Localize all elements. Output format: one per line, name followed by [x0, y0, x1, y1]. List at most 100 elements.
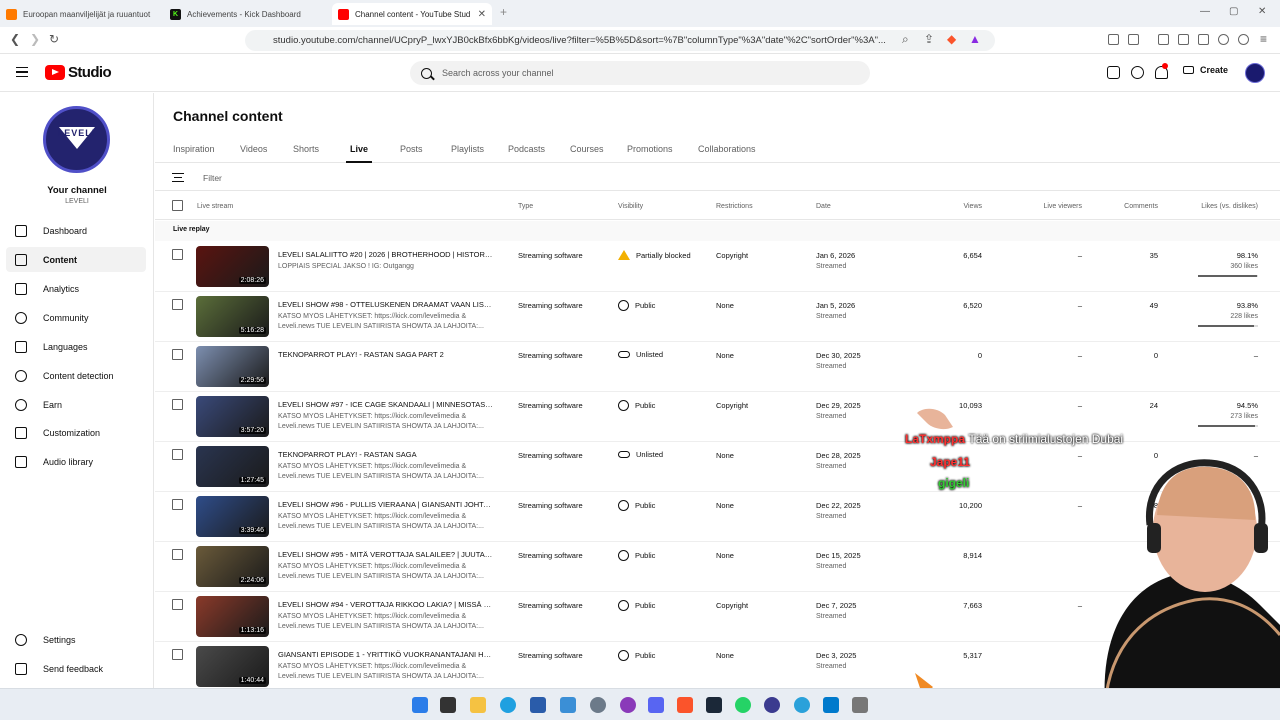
table-row[interactable]: 2:24:06 LEVELI SHOW #95 - MITÄ VEROTTAJA … — [155, 542, 1280, 592]
row-checkbox[interactable] — [172, 399, 183, 410]
video-title[interactable]: LEVELI SHOW #95 - MITÄ VEROTTAJA SALAILE… — [278, 550, 493, 559]
row-checkbox[interactable] — [172, 549, 183, 560]
vpn-icon[interactable] — [1238, 34, 1249, 45]
video-thumbnail[interactable]: 2:24:06 — [196, 546, 269, 587]
video-thumbnail[interactable]: 3:57:20 — [196, 396, 269, 437]
brave-icon[interactable] — [677, 697, 693, 713]
maximize-icon[interactable]: ▢ — [1229, 6, 1238, 17]
row-checkbox[interactable] — [172, 449, 183, 460]
discord-icon[interactable] — [648, 697, 664, 713]
video-thumbnail[interactable]: 2:08:26 — [196, 246, 269, 287]
row-checkbox[interactable] — [172, 499, 183, 510]
tab-courses[interactable]: Courses — [570, 144, 604, 154]
search-input[interactable]: Search across your channel — [410, 61, 870, 85]
tab-inspiration[interactable]: Inspiration — [173, 144, 215, 154]
table-row[interactable]: 1:27:45 TEKNOPARROT PLAY! - RASTAN SAGA KA… — [155, 442, 1280, 492]
share-icon[interactable]: ⇪ — [924, 32, 934, 46]
video-title[interactable]: LEVELI SHOW #96 - PULLIS VIERAANA | GIAN… — [278, 500, 493, 509]
browser-tab-1[interactable]: K Achievements - Kick Dashboard — [170, 3, 325, 25]
select-all-checkbox[interactable] — [172, 200, 183, 211]
browser-tab-2[interactable]: Channel content - YouTube Studio ✕ — [332, 3, 492, 25]
video-title[interactable]: GIANSANTI EPISODE 1 - YRITTIKÖ VUOKRANAN… — [278, 650, 493, 659]
visibility-dropdown[interactable]: Public — [618, 500, 655, 511]
create-button[interactable]: Create — [1183, 65, 1228, 75]
store-icon[interactable] — [530, 697, 546, 713]
channel-avatar[interactable]: LEVELI — [43, 106, 110, 173]
restrictions[interactable]: None — [716, 301, 734, 310]
file-explorer-icon[interactable] — [470, 697, 486, 713]
visibility-dropdown[interactable]: Public — [618, 300, 655, 311]
whatsapp-icon[interactable] — [735, 697, 751, 713]
close-window-icon[interactable]: ✕ — [1258, 6, 1266, 17]
table-row[interactable]: 3:39:46 LEVELI SHOW #96 - PULLIS VIERAANA… — [155, 492, 1280, 542]
leo-ai-icon[interactable] — [1218, 34, 1229, 45]
studio-logo[interactable]: Studio — [45, 64, 112, 81]
table-row[interactable]: 2:29:56 TEKNOPARROT PLAY! - RASTAN SAGA P… — [155, 342, 1280, 392]
video-thumbnail[interactable]: 5:16:28 — [196, 296, 269, 337]
tab-promotions[interactable]: Promotions — [627, 144, 673, 154]
video-title[interactable]: TEKNOPARROT PLAY! - RASTAN SAGA — [278, 450, 493, 459]
video-thumbnail[interactable]: 3:39:46 — [196, 496, 269, 537]
url-bar[interactable]: studio.youtube.com/channel/UCpryP_lwxYJB… — [245, 30, 995, 51]
tab-videos[interactable]: Videos — [240, 144, 267, 154]
col-comments[interactable]: Comments — [1124, 203, 1158, 210]
forward-icon[interactable]: ❯ — [30, 32, 40, 46]
app-icon[interactable] — [620, 697, 636, 713]
back-icon[interactable]: ❮ — [10, 32, 20, 46]
restrictions[interactable]: None — [716, 351, 734, 360]
app-icon[interactable] — [764, 697, 780, 713]
restrictions[interactable]: Copyright — [716, 601, 748, 610]
sidebar-item-settings[interactable]: Settings — [6, 627, 146, 652]
sidebar-item-content[interactable]: Content — [6, 247, 146, 272]
sidebar-item-analytics[interactable]: Analytics — [6, 276, 146, 301]
zoom-icon[interactable]: ⌕ — [902, 32, 909, 47]
row-checkbox[interactable] — [172, 299, 183, 310]
tab-collaborations[interactable]: Collaborations — [698, 144, 756, 154]
tab-shorts[interactable]: Shorts — [293, 144, 319, 154]
hamburger-menu-icon[interactable] — [16, 67, 28, 77]
reload-icon[interactable]: ↻ — [49, 32, 59, 46]
browser-tab-0[interactable]: Euroopan maanviljelijät ja ruuantuot — [6, 3, 161, 25]
sidebar-item-languages[interactable]: Languages — [6, 334, 146, 359]
col-likes[interactable]: Likes (vs. dislikes) — [1201, 203, 1258, 210]
steam-icon[interactable] — [706, 697, 722, 713]
close-tab-icon[interactable]: ✕ — [472, 9, 492, 20]
visibility-dropdown[interactable]: Unlisted — [618, 450, 663, 459]
visibility-dropdown[interactable]: Public — [618, 650, 655, 661]
screenshot-icon[interactable] — [1128, 34, 1139, 45]
col-live-viewers[interactable]: Live viewers — [1043, 203, 1082, 210]
table-row[interactable]: 3:57:20 LEVELI SHOW #97 - ICE CAGE SKANDA… — [155, 392, 1280, 442]
sidebar-toggle-icon[interactable] — [1178, 34, 1189, 45]
wallet-icon[interactable] — [1198, 34, 1209, 45]
brave-rewards-icon[interactable]: ▲ — [969, 32, 981, 46]
row-checkbox[interactable] — [172, 649, 183, 660]
telegram-icon[interactable] — [794, 697, 810, 713]
visibility-dropdown[interactable]: Partially blocked — [618, 250, 691, 260]
task-view-icon[interactable] — [440, 697, 456, 713]
vscode-icon[interactable] — [823, 697, 839, 713]
video-title[interactable]: LEVELI SHOW #97 - ICE CAGE SKANDAALI | M… — [278, 400, 493, 409]
video-thumbnail[interactable]: 1:40:44 — [196, 646, 269, 687]
row-checkbox[interactable] — [172, 249, 183, 260]
sidebar-item-audio-library[interactable]: Audio library — [6, 449, 146, 474]
row-checkbox[interactable] — [172, 349, 183, 360]
tab-playlists[interactable]: Playlists — [451, 144, 484, 154]
tab-live[interactable]: Live — [345, 144, 373, 163]
video-title[interactable]: LEVELI SHOW #98 - OTTELUSKENEN DRAAMAT V… — [278, 300, 493, 309]
settings-taskbar-icon[interactable] — [590, 697, 606, 713]
video-title[interactable]: LEVELI SALALIITTO #20 | 2026 | BROTHERHO… — [278, 250, 493, 259]
edge-icon[interactable] — [500, 697, 516, 713]
restrictions[interactable]: Copyright — [716, 251, 748, 260]
visibility-dropdown[interactable]: Public — [618, 550, 655, 561]
restrictions[interactable]: Copyright — [716, 401, 748, 410]
table-row[interactable]: 1:40:44 GIANSANTI EPISODE 1 - YRITTIKÖ VU… — [155, 642, 1280, 692]
video-title[interactable]: LEVELI SHOW #94 - VEROTTAJA RIKKOO LAKIA… — [278, 600, 493, 609]
sidebar-item-customization[interactable]: Customization — [6, 420, 146, 445]
app-icon[interactable] — [560, 697, 576, 713]
table-row[interactable]: 5:16:28 LEVELI SHOW #98 - OTTELUSKENEN DR… — [155, 292, 1280, 342]
tab-podcasts[interactable]: Podcasts — [508, 144, 545, 154]
messages-icon[interactable] — [1107, 66, 1120, 79]
visibility-dropdown[interactable]: Unlisted — [618, 350, 663, 359]
tab-posts[interactable]: Posts — [400, 144, 423, 154]
sidebar-item-dashboard[interactable]: Dashboard — [6, 218, 146, 243]
